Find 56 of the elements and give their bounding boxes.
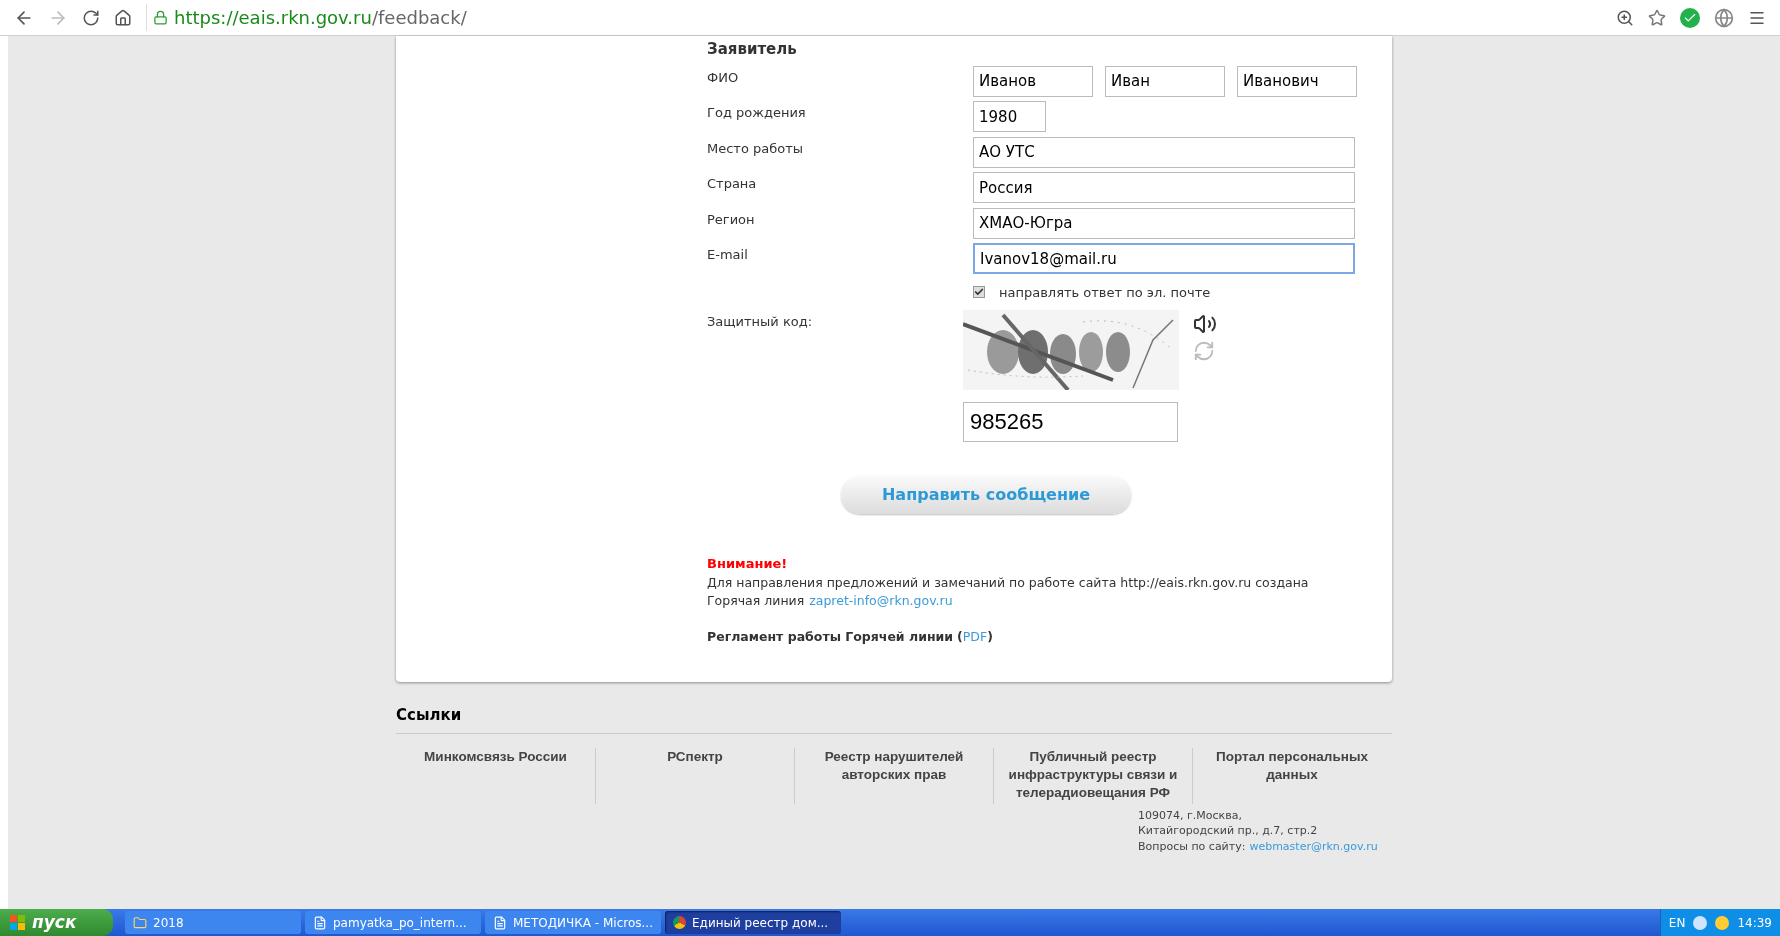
input-field[interactable]: Иванов <box>973 65 1093 97</box>
footer-link[interactable]: Портал персональных данных <box>1193 747 1391 784</box>
address-bar[interactable]: https://eais.rkn.gov.ru/feedback/ <box>146 4 1602 31</box>
globe-icon[interactable] <box>1714 7 1734 28</box>
url-text: https://eais.rkn.gov.ru/feedback/ <box>174 6 467 30</box>
footer-title: Ссылки <box>396 704 1392 734</box>
input-field[interactable]: Иван <box>1105 65 1225 97</box>
start-button[interactable]: пуск <box>0 909 113 936</box>
zoom-icon[interactable] <box>1616 8 1634 27</box>
lock-icon <box>153 10 168 25</box>
footer-link[interactable]: РСпектр <box>659 747 731 766</box>
taskbar-item[interactable]: pamyatka_po_intern... <box>305 911 481 934</box>
checkbox-label: направлять ответ по эл. почте <box>999 283 1211 302</box>
input-field[interactable]: Россия <box>973 172 1355 203</box>
folder-icon <box>133 915 147 930</box>
bracket-text: ) <box>987 627 993 646</box>
star-icon[interactable] <box>1648 8 1666 27</box>
input-field[interactable]: Иванович <box>1237 65 1357 97</box>
taskbar-item[interactable]: 2018 <box>125 911 301 934</box>
notice-title: Внимание! <box>707 555 789 573</box>
questions-text: Вопросы по сайту: <box>1138 838 1246 855</box>
taskbar-item[interactable]: Единый реестр дом... <box>665 911 841 934</box>
rules-text: Регламент работы Горячей линии <box>707 627 954 646</box>
footer-link[interactable]: Реестр нарушителей авторских прав <box>795 747 993 784</box>
document-icon <box>313 915 327 930</box>
field-label: Защитный код: <box>707 313 814 331</box>
footer-link[interactable]: Минкомсвязь России <box>416 747 575 766</box>
input-field[interactable]: АО УТС <box>973 136 1355 168</box>
field-label: Год рождения <box>707 104 807 122</box>
field-label: ФИО <box>707 68 740 87</box>
field-label: Место работы <box>707 139 805 158</box>
input-field[interactable]: Ivanov18@mail.ru <box>973 243 1355 274</box>
address-text: 109074, г.Москва, <box>1138 807 1243 824</box>
address-text: Китайгородский пр., д.7, стр.2 <box>1138 823 1319 839</box>
captcha-field[interactable]: 985265 <box>963 402 1178 442</box>
notice-text: Для направления предложений и замечаний по работе сайта http://eais.rkn.gov.ru создана <box>707 573 1310 592</box>
taskbar-item[interactable]: МЕТОДИЧКА - Micros... <box>485 911 661 934</box>
home-icon[interactable] <box>114 8 132 27</box>
document-icon <box>493 915 507 930</box>
check-icon[interactable] <box>1680 7 1700 28</box>
footer-link[interactable]: Публичный реестр инфраструктуры связи и телерадиовещания РФ <box>994 747 1192 802</box>
bracket-text: ( <box>957 627 963 646</box>
field-label: Регион <box>707 210 756 229</box>
browser-icon <box>673 916 686 929</box>
input-field[interactable]: 1980 <box>973 101 1046 132</box>
input-field[interactable]: ХМАО-Югра <box>973 207 1355 239</box>
field-label: E-mail <box>707 246 749 264</box>
tray-icon[interactable] <box>1693 915 1708 930</box>
notice-text: Горячая линия <box>707 591 805 610</box>
field-label: Страна <box>707 175 758 193</box>
section-title: Заявитель <box>707 39 798 60</box>
windows-flag-icon <box>10 914 26 931</box>
reload-icon[interactable] <box>82 8 100 27</box>
speaker-icon[interactable] <box>1193 312 1217 336</box>
clock: 14:39 <box>1737 914 1772 932</box>
checkbox[interactable] <box>973 286 985 299</box>
